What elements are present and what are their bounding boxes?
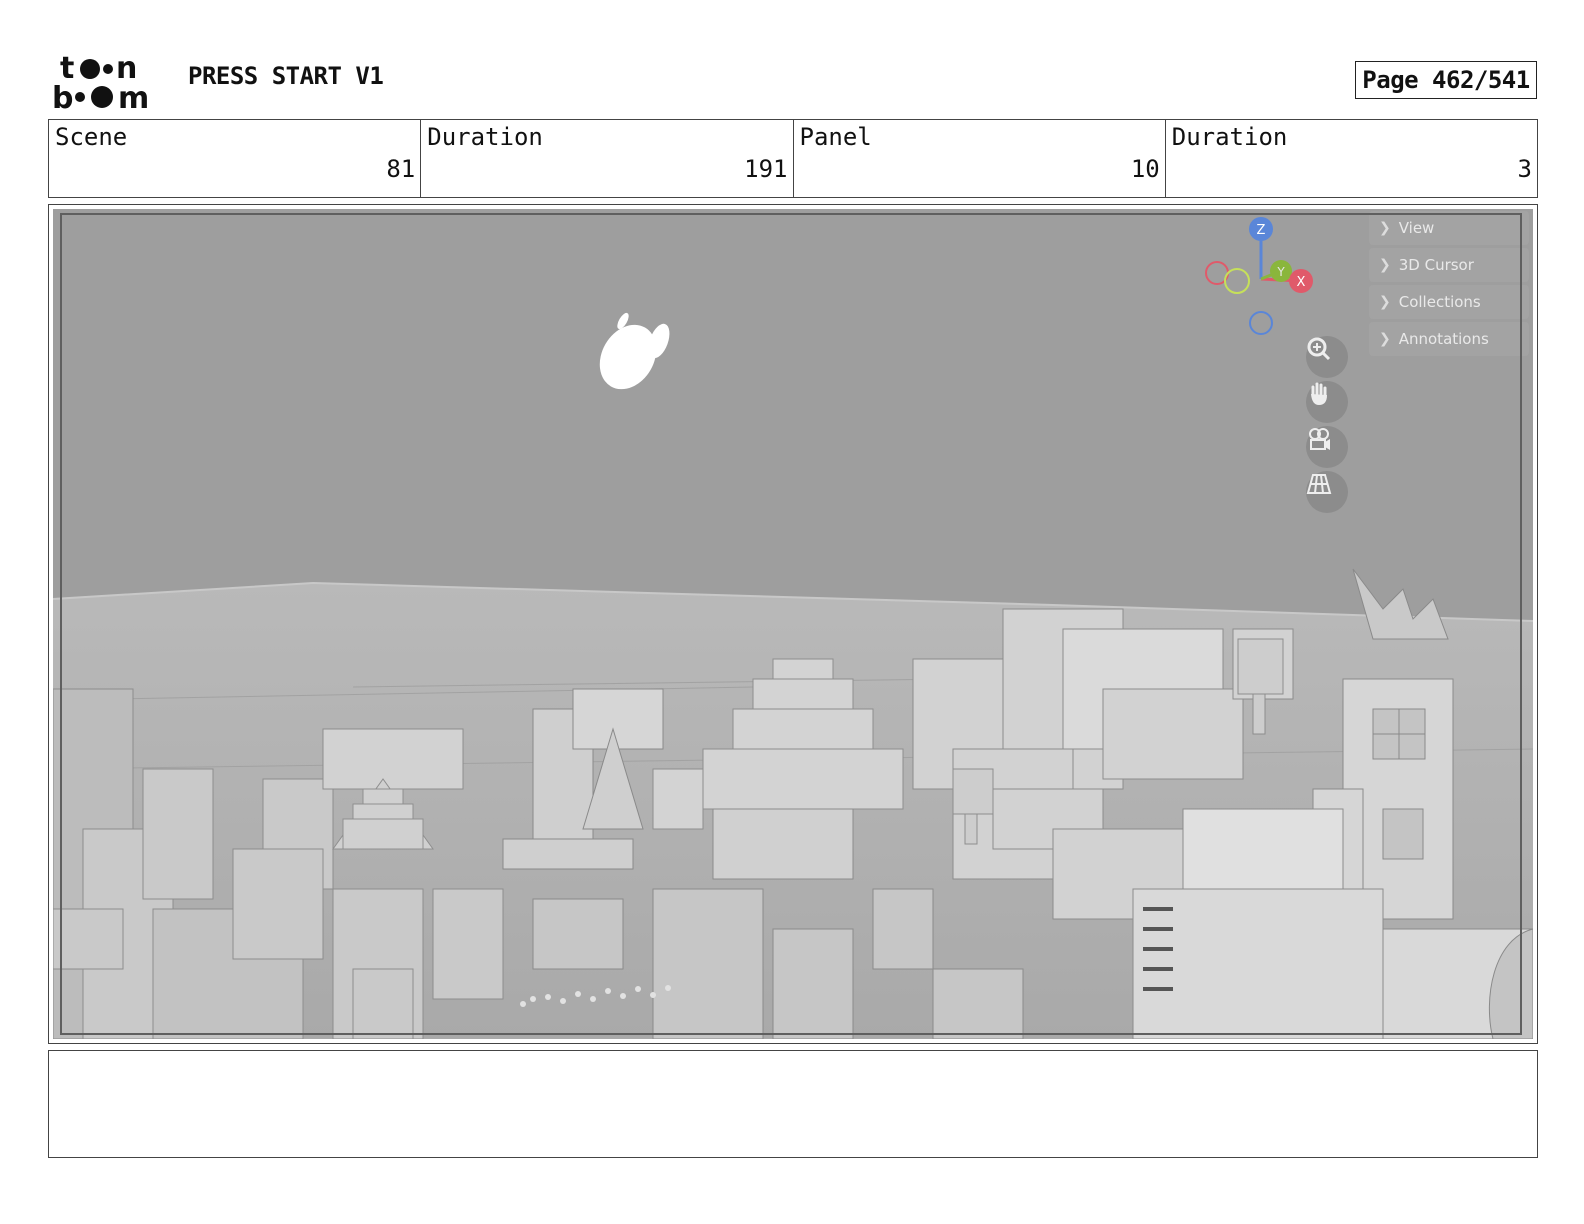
camera-view-button[interactable] bbox=[1306, 426, 1348, 468]
x-axis-label: X bbox=[1297, 275, 1306, 290]
sidebar-item-view[interactable]: ❯ View bbox=[1369, 211, 1529, 245]
scene-label: Scene bbox=[55, 123, 128, 151]
sidebar-item-label: Collections bbox=[1398, 293, 1481, 311]
svg-text:b: b bbox=[52, 81, 73, 112]
scene-duration-label: Duration bbox=[427, 123, 543, 151]
zoom-icon bbox=[1307, 337, 1331, 361]
chevron-right-icon: ❯ bbox=[1379, 220, 1391, 236]
panel-cell: Panel 10 bbox=[794, 120, 1166, 197]
sidebar-item-collections[interactable]: ❯ Collections bbox=[1369, 285, 1529, 319]
z-axis-label: Z bbox=[1257, 223, 1266, 238]
blender-viewport[interactable]: Z Y X ❯ View ❯ 3D Cursor ❯ Collections ❯… bbox=[53, 209, 1533, 1039]
sidebar-item-label: Annotations bbox=[1398, 330, 1489, 348]
sidebar-item-label: 3D Cursor bbox=[1398, 256, 1474, 274]
hand-pan-icon bbox=[1311, 382, 1327, 405]
panel-frame: Z Y X ❯ View ❯ 3D Cursor ❯ Collections ❯… bbox=[48, 204, 1538, 1044]
chevron-right-icon: ❯ bbox=[1379, 294, 1391, 310]
panel-duration-label: Duration bbox=[1171, 123, 1288, 151]
page-indicator: Page 462/541 bbox=[1355, 61, 1537, 99]
toon-boom-logo: t n b m bbox=[52, 51, 149, 112]
pan-button[interactable] bbox=[1306, 381, 1348, 423]
scene-duration-value: 191 bbox=[744, 155, 788, 183]
y-axis-label: Y bbox=[1276, 265, 1285, 279]
chevron-right-icon: ❯ bbox=[1379, 331, 1391, 347]
panel-duration-cell: Duration 3 bbox=[1166, 120, 1537, 197]
panel-notes[interactable] bbox=[48, 1050, 1538, 1158]
panel-duration-value: 3 bbox=[1517, 155, 1532, 183]
panel-label: Panel bbox=[799, 123, 872, 151]
axis-gizmo[interactable]: Z Y X bbox=[1203, 211, 1323, 341]
sidebar-item-label: View bbox=[1398, 219, 1435, 237]
sidebar-item-3d-cursor[interactable]: ❯ 3D Cursor bbox=[1369, 248, 1529, 282]
sidebar-item-annotations[interactable]: ❯ Annotations bbox=[1369, 322, 1529, 356]
panel-value: 10 bbox=[1130, 155, 1160, 183]
camera-icon bbox=[1309, 428, 1330, 450]
perspective-toggle-button[interactable] bbox=[1306, 471, 1348, 513]
svg-text:m: m bbox=[118, 81, 149, 112]
panel-info-table: Scene 81 Duration 191 Panel 10 Duration … bbox=[48, 119, 1538, 198]
zoom-button[interactable] bbox=[1306, 336, 1348, 378]
grid-perspective-icon bbox=[1306, 474, 1332, 494]
project-title: PRESS START V1 bbox=[188, 62, 384, 90]
viewport-sidebar: ❯ View ❯ 3D Cursor ❯ Collections ❯ Annot… bbox=[1369, 211, 1529, 359]
chevron-right-icon: ❯ bbox=[1379, 257, 1391, 273]
scene-duration-cell: Duration 191 bbox=[421, 120, 794, 197]
scene-cell: Scene 81 bbox=[49, 120, 422, 197]
scene-value: 81 bbox=[386, 155, 416, 183]
